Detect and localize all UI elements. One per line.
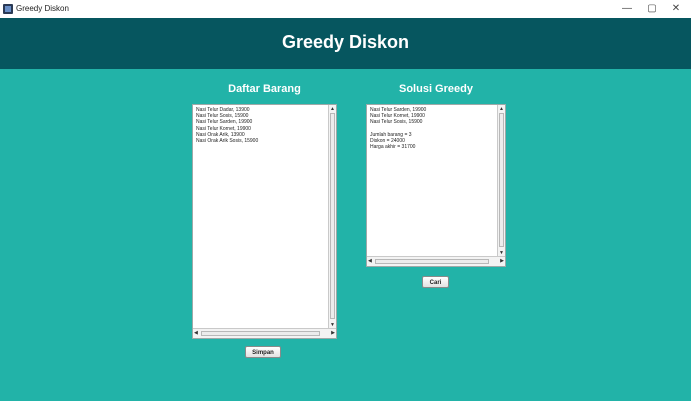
horizontal-scrollbar[interactable]: ◀ ▶ [193, 328, 336, 338]
scroll-thumb[interactable] [499, 113, 504, 247]
horizontal-scroll-thumb[interactable] [201, 331, 320, 336]
header-banner: Greedy Diskon [0, 18, 691, 69]
scroll-left-icon[interactable]: ◀ [194, 330, 198, 337]
simpan-button[interactable]: Simpan [245, 346, 281, 358]
solusi-greedy-textarea[interactable]: Nasi Telur Sarden, 19900 Nasi Telur Korn… [366, 104, 506, 267]
close-button[interactable]: ✕ [666, 1, 686, 17]
daftar-barang-content: Nasi Telur Dadar, 13900 Nasi Telur Sosis… [196, 107, 259, 145]
app-icon [3, 4, 13, 14]
vertical-scrollbar[interactable]: ▲ ▼ [328, 105, 336, 329]
scroll-up-icon[interactable]: ▲ [330, 106, 335, 112]
minimize-button[interactable]: — [617, 1, 637, 17]
horizontal-scrollbar[interactable]: ◀ ▶ [367, 256, 505, 266]
vertical-scrollbar[interactable]: ▲ ▼ [497, 105, 505, 257]
main-panel: Daftar Barang Solusi Greedy Nasi Telur D… [0, 69, 691, 401]
title-bar: Greedy Diskon — ▢ ✕ [0, 0, 691, 18]
cari-button[interactable]: Cari [422, 276, 449, 288]
solusi-greedy-content: Nasi Telur Sarden, 19900 Nasi Telur Korn… [370, 107, 427, 151]
scroll-right-icon[interactable]: ▶ [500, 258, 504, 265]
solusi-greedy-heading: Solusi Greedy [399, 83, 473, 95]
daftar-barang-heading: Daftar Barang [228, 83, 301, 95]
horizontal-scroll-thumb[interactable] [375, 259, 489, 264]
page-title: Greedy Diskon [281, 32, 410, 52]
window-title: Greedy Diskon [16, 4, 69, 13]
scroll-right-icon[interactable]: ▶ [331, 330, 335, 337]
scroll-left-icon[interactable]: ◀ [368, 258, 372, 265]
scroll-up-icon[interactable]: ▲ [499, 106, 504, 112]
daftar-barang-textarea[interactable]: Nasi Telur Dadar, 13900 Nasi Telur Sosis… [192, 104, 337, 339]
maximize-button[interactable]: ▢ [642, 1, 662, 17]
scroll-thumb[interactable] [330, 113, 335, 319]
